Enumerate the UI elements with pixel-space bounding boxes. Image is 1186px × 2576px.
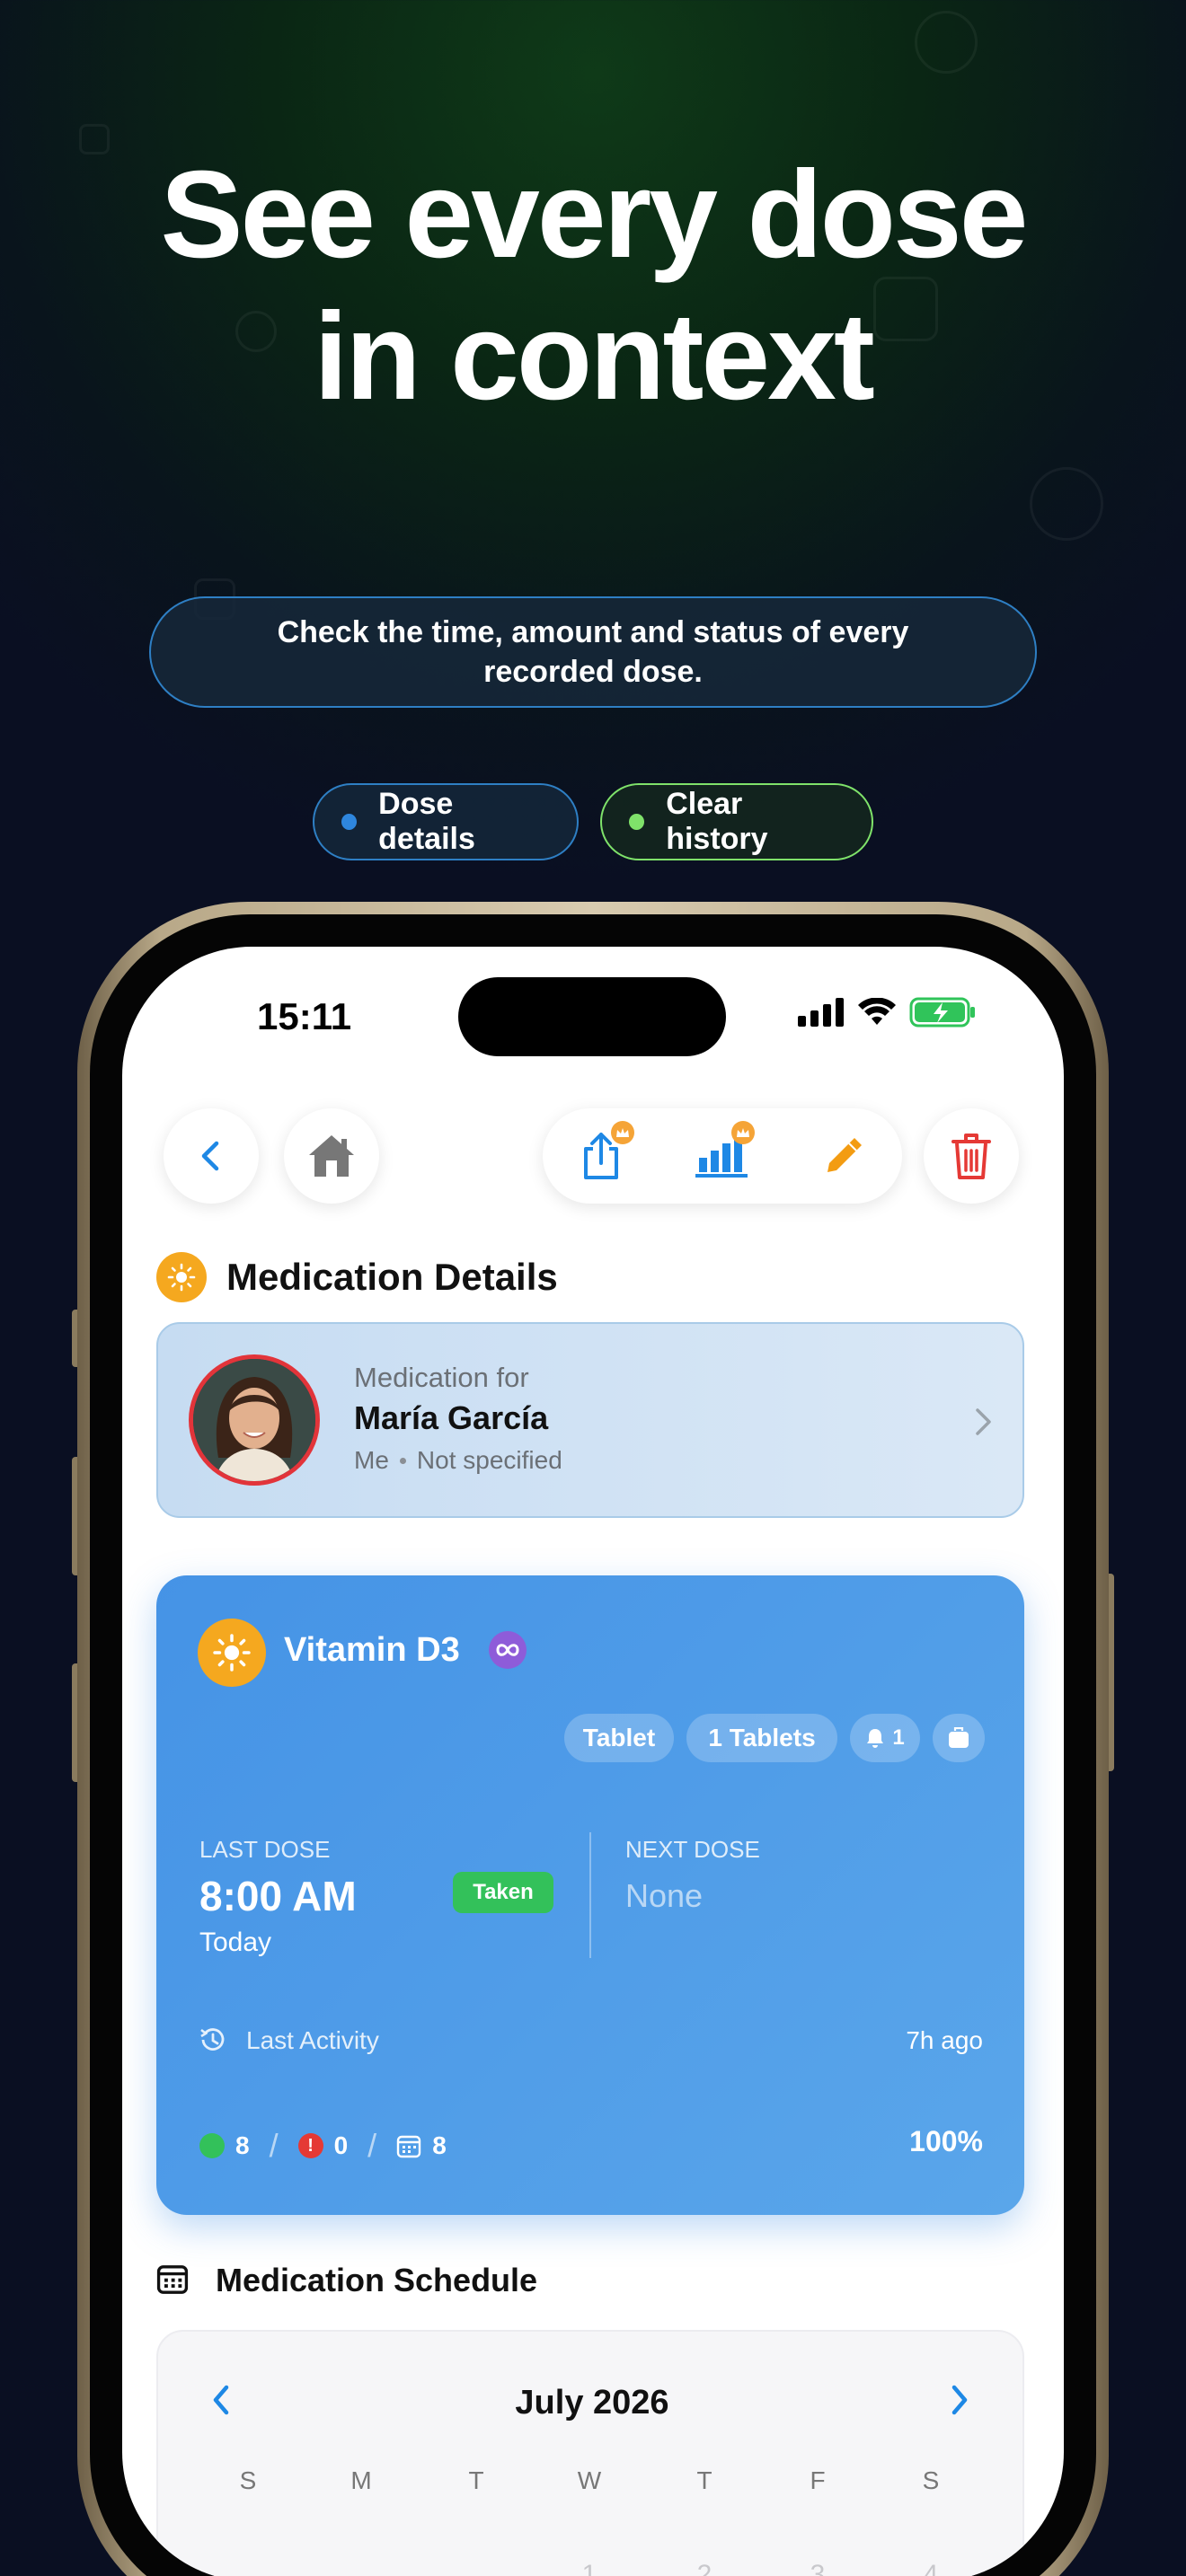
signal-icon [798,998,844,1027]
last-dose-time: 8:00 AM [199,1873,357,1919]
next-month-icon[interactable] [945,2382,972,2418]
chip-label: Dose details [378,787,475,856]
dynamic-island [458,977,726,1056]
trash-icon [951,1134,991,1179]
premium-crown-icon [731,1121,755,1144]
calendar-icon [156,2265,189,2294]
patient-label: Medication for [354,1362,529,1393]
infinity-icon [489,1631,527,1669]
avatar [189,1354,320,1486]
weekday-label: W [577,2466,602,2494]
patient-card[interactable]: Medication for María García Me Not speci… [156,1322,1024,1518]
reminder-count: 1 [892,1725,905,1750]
last-dose-day: Today [199,1928,272,1957]
weekday-label: M [350,2466,372,2494]
headline-line-2: in context [314,287,875,426]
history-icon [200,2028,225,2051]
last-activity-value: 7h ago [906,2026,983,2054]
pencil-icon [828,1138,862,1172]
page-title: Medication Details [226,1256,558,1298]
decor-circle [1030,467,1103,541]
schedule-title: Medication Schedule [216,2262,538,2298]
medication-card[interactable]: Vitamin D3 Tablet 1 Tablets 1 LAST DOSE … [156,1575,1024,2215]
phone-frame: 15:11 Medication Details Medication for … [77,902,1109,2576]
last-activity-label: Last Activity [246,2026,379,2054]
app-screen: 15:11 Medication Details Medication for … [122,947,1064,2576]
share-button[interactable] [575,1121,634,1182]
weekday-label: F [810,2466,826,2494]
chip-dot-icon [341,814,358,830]
edit-button[interactable] [818,1130,870,1182]
premium-crown-icon [611,1121,634,1144]
taken-dot-icon [199,2133,225,2158]
weekday-label: T [696,2466,712,2494]
back-button[interactable] [164,1108,259,1204]
wifi-icon [858,998,896,1025]
status-time: 15:11 [257,995,352,1037]
battery-charging-icon [909,997,975,1028]
chip-label: Clear history [666,787,768,856]
weekday-label: S [239,2466,257,2494]
sun-icon [198,1619,266,1687]
divider [589,1832,591,1958]
month-label: July 2026 [515,2384,669,2422]
dose-stats: 8 / ! 0 / 8 [199,2127,447,2165]
last-dose-label: LAST DOSE [199,1836,331,1863]
headline-line-1: See every dose [160,146,1028,284]
bell-icon [867,1729,884,1748]
stats-separator: / [367,2127,377,2164]
patient-relation: Me [354,1446,389,1474]
headline: See every dose in context [0,144,1186,428]
status-badge: Taken [453,1872,553,1913]
patient-name: María García [354,1399,549,1436]
chip-dose-details: Dose details [313,783,579,860]
delete-button[interactable] [924,1108,1019,1204]
calendar-icon [396,2135,421,2158]
weekday-label: S [922,2466,940,2494]
calendar-card: July 2026 S M T W T F S 1 2 3 4 [156,2330,1024,2576]
patient-note: Not specified [416,1446,562,1474]
tag-reminders: 1 [850,1714,920,1762]
sun-icon [156,1252,207,1302]
chip-dot-icon [629,814,645,830]
missed-icon: ! [297,2133,323,2158]
status-icons [798,997,978,1028]
missed-count: 0 [333,2131,349,2159]
medication-name: Vitamin D3 [284,1631,460,1669]
home-button[interactable] [284,1108,379,1204]
adherence-percent: 100% [909,2125,983,2157]
chip-clear-history: Clear history [600,783,873,860]
weekday-label: T [468,2466,484,2494]
calendar-day[interactable]: 2 [677,2560,731,2576]
patient-meta: Me Not specified [354,1446,562,1475]
chevron-right-icon [976,1408,991,1435]
next-dose-label: NEXT DOSE [625,1836,760,1863]
separator-dot [399,1457,406,1464]
home-icon [309,1135,354,1177]
tag-amount: 1 Tablets [686,1714,837,1762]
subtitle-text: Check the time, amount and status of eve… [277,615,909,689]
toolbar-actions [543,1108,902,1204]
tag-inventory [933,1714,985,1762]
next-dose-value: None [625,1877,704,1914]
calendar-day[interactable]: 4 [904,2560,958,2576]
stats-separator: / [269,2127,279,2164]
scheduled-count: 8 [432,2131,447,2159]
decor-circle [915,11,978,74]
subtitle-pill: Check the time, amount and status of eve… [149,596,1037,708]
calendar-day[interactable]: 3 [791,2560,845,2576]
taken-count: 8 [235,2131,250,2159]
statistics-button[interactable] [695,1121,755,1182]
calendar-day[interactable]: 1 [562,2560,616,2576]
back-icon [201,1141,219,1171]
box-icon [949,1727,969,1748]
tag-form: Tablet [564,1714,674,1762]
phone-bezel: 15:11 Medication Details Medication for … [90,914,1096,2576]
